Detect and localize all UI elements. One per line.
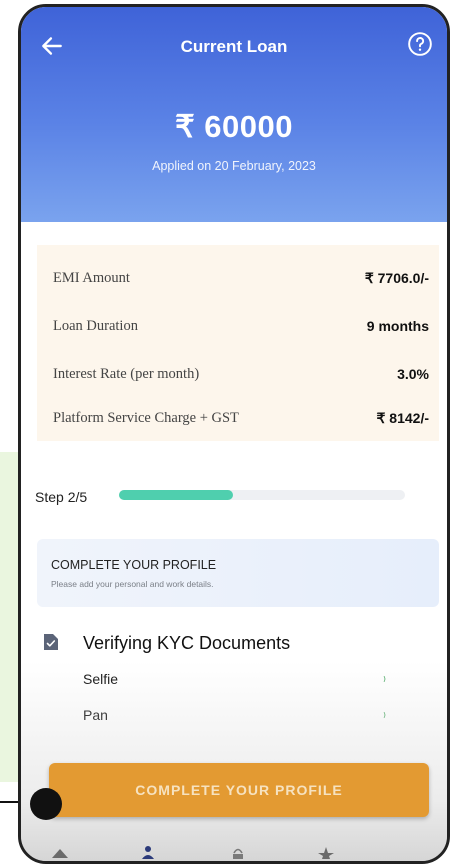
kyc-status-selfie: ⁾ [383,674,386,688]
kyc-item-pan: Pan [83,707,108,723]
home-icon[interactable] [51,845,69,859]
kyc-item-selfie: Selfie [83,671,119,687]
detail-value: ₹ 7706.0/- [364,269,429,286]
detail-value: ₹ 8142/- [376,409,430,426]
detail-row-duration: Loan Duration 9 months [53,315,429,337]
detail-value: 3.0% [397,366,429,382]
progress-bar [119,490,405,500]
kyc-title: Verifying KYC Documents [83,633,291,653]
detail-row-service-charge: Platform Service Charge + GST ₹ 8142/- [53,407,429,429]
profile-card-subtitle: Please add your personal and work detail… [51,579,214,589]
applied-date: Applied on 20 February, 2023 [152,159,316,173]
detail-label: Loan Duration [53,317,138,334]
detail-row-interest: Interest Rate (per month) 3.0% [53,363,429,385]
page-title: Current Loan [180,37,288,56]
loan-header: Current Loan ₹ 60000 Applied on 20 Febru… [21,7,447,222]
progress-fill [119,490,234,500]
detail-label: Interest Rate (per month) [53,365,200,382]
detail-row-emi: EMI Amount ₹ 7706.0/- [53,267,429,289]
bottom-nav [21,831,447,861]
help-circle-icon[interactable] [407,31,433,57]
loan-amount: ₹ 60000 [174,109,294,144]
profile-card-title: COMPLETE YOUR PROFILE [51,558,217,572]
annotation-dot [30,788,62,820]
detail-label: Platform Service Charge + GST [53,409,239,426]
detail-label: EMI Amount [53,269,130,286]
step-indicator: Step 2/5 [35,489,88,505]
profile-icon[interactable] [139,845,157,859]
phone-screen: Current Loan ₹ 60000 Applied on 20 Febru… [18,4,450,864]
star-icon[interactable] [317,845,335,859]
document-check-icon [44,634,58,650]
complete-profile-button[interactable]: COMPLETE YOUR PROFILE [49,763,429,817]
detail-value: 9 months [366,318,429,334]
complete-profile-card[interactable]: COMPLETE YOUR PROFILE Please add your pe… [37,539,439,607]
loan-details-card: EMI Amount ₹ 7706.0/- Loan Duration 9 mo… [37,245,439,441]
wallet-icon[interactable] [229,845,247,859]
kyc-status-pan: ⁾ [383,710,386,724]
